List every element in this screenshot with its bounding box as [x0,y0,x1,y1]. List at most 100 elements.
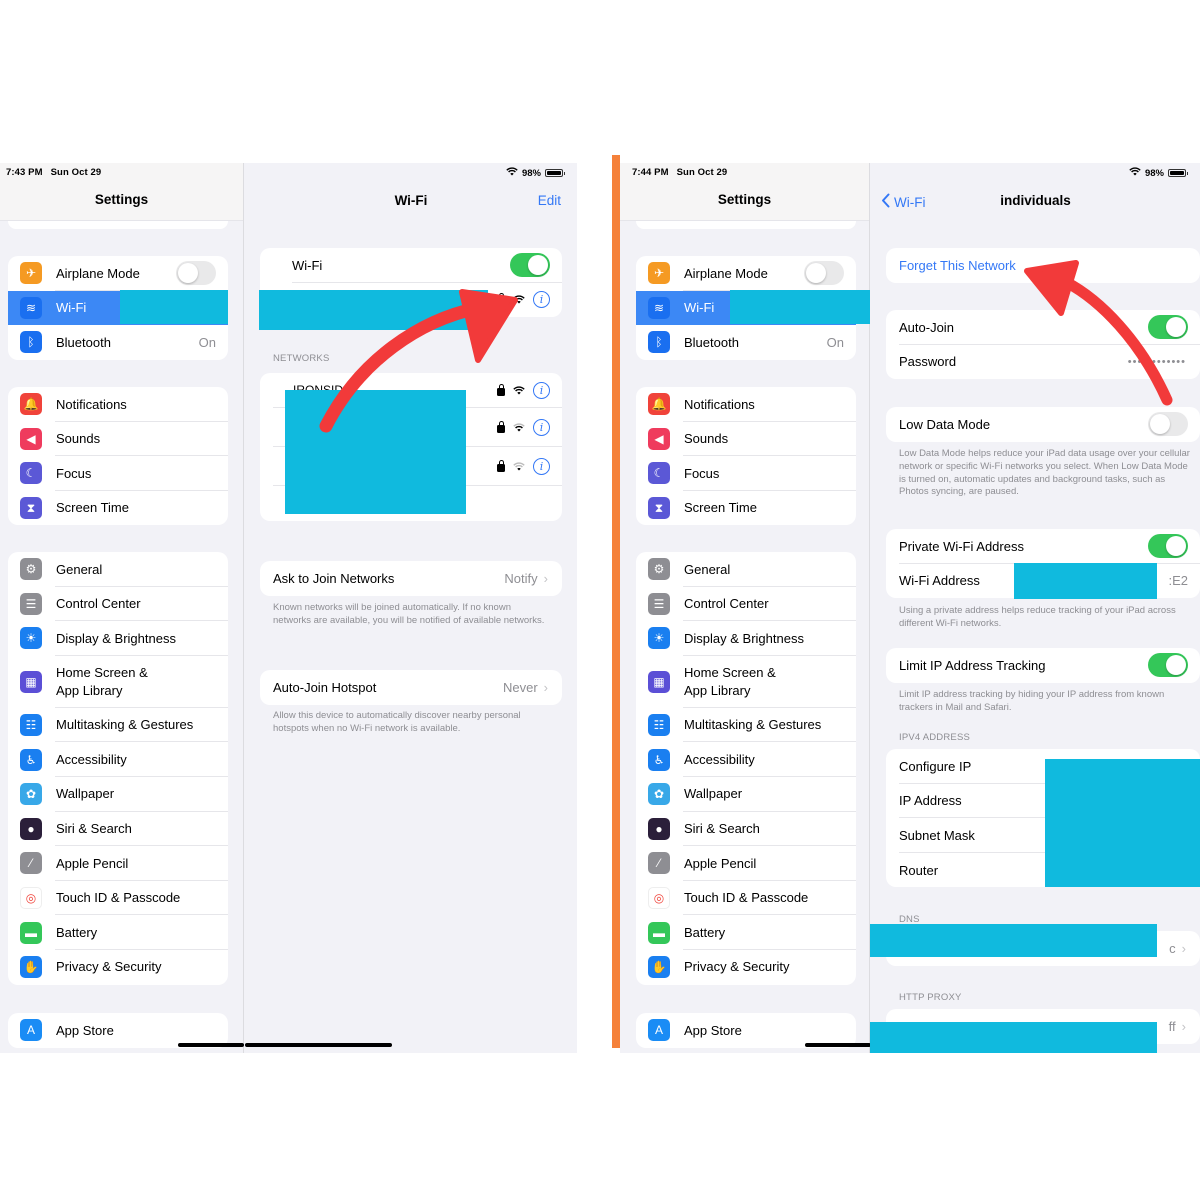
app-store-icon: A [20,1019,42,1042]
sidebar-item-multitasking-gestures[interactable]: ☷ Multitasking & Gestures [636,708,856,743]
auto-join-hotspot-footer: Allow this device to automatically disco… [273,710,521,734]
sidebar-item-label: General [684,561,731,577]
wifi-signal-icon [513,383,525,398]
sidebar-item-focus[interactable]: ☾ Focus [8,456,228,491]
sidebar-item-touch-id-passcode[interactable]: ◎ Touch ID & Passcode [8,881,228,916]
ask-to-join-row[interactable]: Ask to Join Networks Notify › [260,561,562,596]
sidebar-item-home-screen-app-library[interactable]: ▦ Home Screen & App Library [636,656,856,708]
sidebar-item-battery[interactable]: ▬ Battery [8,915,228,950]
sidebar-item-general[interactable]: ⚙ General [636,552,856,587]
auto-join-hotspot-card: Auto-Join Hotspot Never › [260,670,562,705]
chevron-right-icon: › [1181,1018,1186,1034]
sidebar-item-notifications[interactable]: 🔔 Notifications [636,387,856,422]
sidebar-item-wallpaper[interactable]: ✿ Wallpaper [636,777,856,812]
redaction-block [870,924,1157,957]
sidebar-item-airplane-mode[interactable]: ✈ Airplane Mode [636,256,856,291]
sidebar-item-label: Wallpaper [56,786,115,802]
sidebar-item-display-brightness[interactable]: ☀ Display & Brightness [636,621,856,656]
sidebar-item-sounds[interactable]: ◀ Sounds [8,422,228,457]
sidebar-item-multitasking-gestures[interactable]: ☷ Multitasking & Gestures [8,708,228,743]
sidebar-item-value: On [826,334,844,350]
sidebar-item-focus[interactable]: ☾ Focus [636,456,856,491]
sidebar-item-screen-time[interactable]: ⧗ Screen Time [636,491,856,526]
sidebar-item-apple-pencil[interactable]: ⁄ Apple Pencil [8,846,228,881]
wifi-panel-title: Wi-Fi [394,193,428,208]
sidebar-item-label: Display & Brightness [56,630,176,646]
switches-icon: ☰ [648,592,670,615]
low-data-footer: Low Data Mode helps reduce your iPad dat… [899,448,1190,498]
sidebar-item-bluetooth[interactable]: ᛒ Bluetooth On [636,325,856,360]
sidebar-item-label: Notifications [56,396,127,412]
sidebar-item-bluetooth[interactable]: ᛒ Bluetooth On [8,325,228,360]
auto-join-hotspot-label: Auto-Join Hotspot [273,679,377,695]
ipv4-header: IPV4 ADDRESS [899,732,971,743]
sidebar-item-apple-pencil[interactable]: ⁄ Apple Pencil [636,846,856,881]
sidebar-item-touch-id-passcode[interactable]: ◎ Touch ID & Passcode [636,881,856,916]
sidebar-item-label: Control Center [684,596,769,612]
forget-network-button[interactable]: Forget This Network [886,248,1200,283]
sidebar-item-control-center[interactable]: ☰ Control Center [636,587,856,622]
redaction-block [1014,563,1157,599]
sidebar-item-home-screen-app-library[interactable]: ▦ Home Screen & App Library [8,656,228,708]
info-icon[interactable]: i [533,418,550,436]
status-date: Sun Oct 29 [50,167,102,178]
low-data-toggle[interactable] [1148,412,1188,437]
wifi-toggle-label: Wi-Fi [292,257,323,273]
sidebar-item-display-brightness[interactable]: ☀ Display & Brightness [8,621,228,656]
gear-icon: ⚙ [648,558,670,581]
sidebar-item-label: Home Screen & App Library [56,665,148,698]
info-icon[interactable]: i [533,457,550,475]
sidebar-item-label: Siri & Search [684,821,760,837]
sidebar-item-label: General [56,561,103,577]
redaction-block [285,390,466,514]
private-address-toggle[interactable] [1148,534,1188,559]
speaker-icon: ◀ [20,427,42,450]
airplane-mode-toggle[interactable] [176,261,216,286]
info-icon[interactable]: i [533,291,550,309]
grid-icon: ▦ [20,670,42,693]
sidebar-item-airplane-mode[interactable]: ✈ Airplane Mode [8,256,228,291]
sidebar-item-battery[interactable]: ▬ Battery [636,915,856,950]
http-proxy-header: HTTP PROXY [899,992,962,1003]
bell-icon: 🔔 [20,393,42,416]
password-row[interactable]: Password •••••••••••• [886,345,1200,380]
wifi-address-value: :E2 [1168,573,1188,589]
low-data-label: Low Data Mode [899,416,991,432]
sidebar-item-label: Bluetooth [684,334,739,350]
sidebar-item-label: Privacy & Security [684,959,790,975]
sidebar-item-accessibility[interactable]: ♿ Accessibility [8,742,228,777]
sidebar-item-accessibility[interactable]: ♿ Accessibility [636,742,856,777]
sidebar-item-label: Siri & Search [56,821,132,837]
grid-icon: ▦ [648,670,670,693]
sidebar-item-label: Home Screen & App Library [684,665,776,698]
sidebar-item-label: Sounds [684,431,729,447]
sidebar-group: ⚙ General ☰ Control Center ☀ Display & Bright… [636,552,856,985]
sidebar-item-privacy-security[interactable]: ✋ Privacy & Security [636,950,856,985]
sidebar-item-label: Touch ID & Passcode [684,890,809,906]
accessibility-icon: ♿ [648,748,670,771]
auto-join-hotspot-row[interactable]: Auto-Join Hotspot Never › [260,670,562,705]
airplane-mode-toggle[interactable] [804,261,844,286]
sidebar-item-general[interactable]: ⚙ General [8,552,228,587]
sidebar-item-siri-search[interactable]: ● Siri & Search [8,812,228,847]
sidebar-item-privacy-security[interactable]: ✋ Privacy & Security [8,950,228,985]
sidebar-item-sounds[interactable]: ◀ Sounds [636,422,856,457]
proxy-value: ff [1168,1018,1176,1034]
sidebar-item-notifications[interactable]: 🔔 Notifications [8,387,228,422]
sidebar-item-label: Touch ID & Passcode [56,890,181,906]
sidebar-item-wallpaper[interactable]: ✿ Wallpaper [8,777,228,812]
sidebar-item-control-center[interactable]: ☰ Control Center [8,587,228,622]
edit-button[interactable]: Edit [538,193,561,208]
multitask-icon: ☷ [648,714,670,737]
sidebar-item-label: Privacy & Security [56,959,162,975]
sidebar-group: 🔔 Notifications ◀ Sounds ☾ Focus ⧗ Screen Time [636,387,856,526]
forget-network-label: Forget This Network [899,257,1016,273]
auto-join-toggle[interactable] [1148,315,1188,340]
sidebar-item-screen-time[interactable]: ⧗ Screen Time [8,491,228,526]
limit-ip-toggle[interactable] [1148,653,1188,678]
bluetooth-icon: ᛒ [648,331,670,354]
ask-to-join-value: Notify [504,570,538,586]
sidebar-item-siri-search[interactable]: ● Siri & Search [636,812,856,847]
info-icon[interactable]: i [533,381,550,399]
wifi-toggle[interactable] [510,253,550,278]
